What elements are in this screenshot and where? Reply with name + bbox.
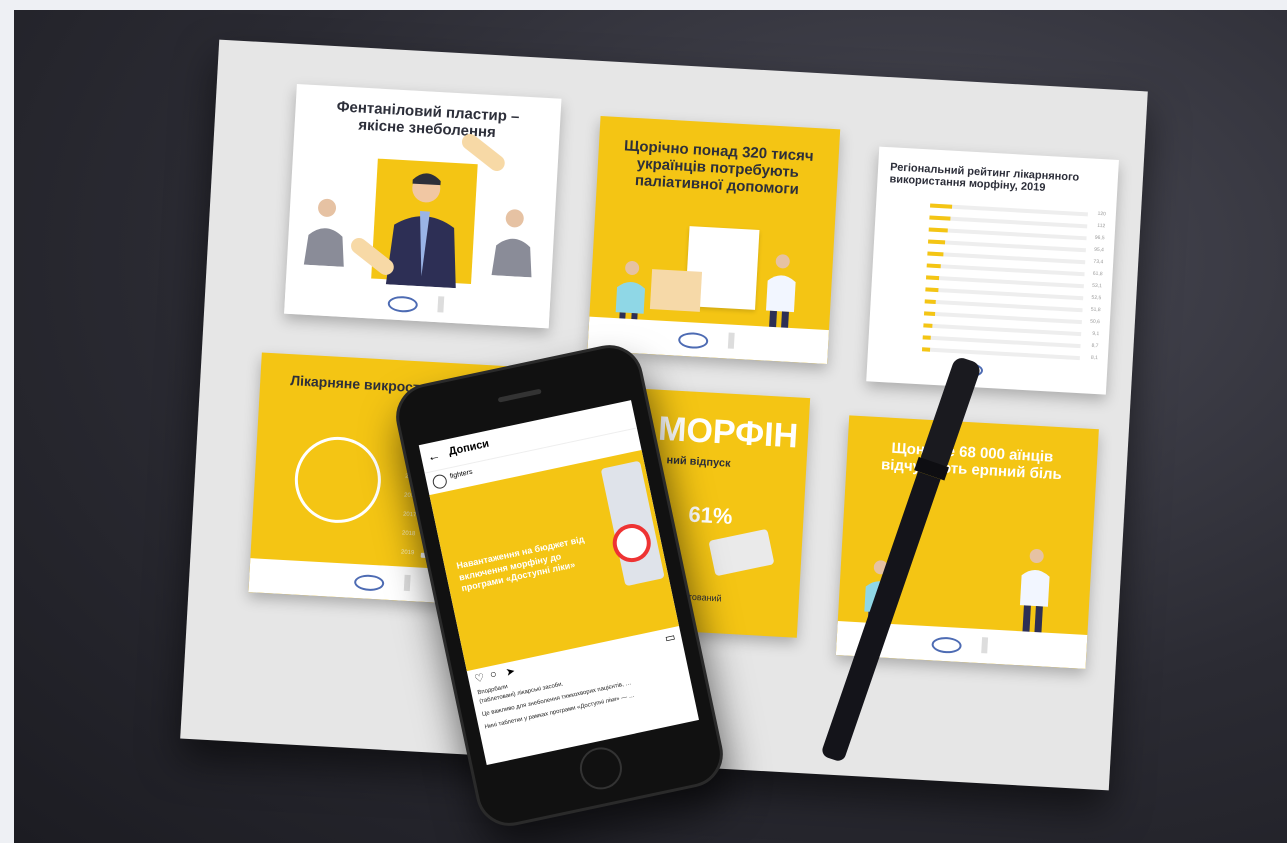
hospital-row: 201521,1 bbox=[405, 473, 493, 487]
org-logo-icon bbox=[931, 636, 963, 654]
bookmark-icon[interactable]: ▭ bbox=[664, 630, 677, 645]
rating-fill bbox=[924, 299, 936, 304]
back-arrow-icon[interactable]: ← bbox=[426, 447, 442, 464]
colleague-right-illustration bbox=[491, 209, 532, 278]
hospital-year: 2017 bbox=[402, 511, 417, 519]
rating-value: 8,1 bbox=[1090, 354, 1099, 362]
doctor-illustration bbox=[1019, 549, 1050, 637]
rating-value: 50,6 bbox=[1089, 318, 1101, 326]
rating-value: 95,4 bbox=[1093, 246, 1105, 254]
pill-bottle-circle-icon bbox=[292, 434, 384, 526]
card-footer bbox=[284, 279, 551, 329]
rating-fill bbox=[925, 287, 939, 293]
account-avatar[interactable] bbox=[431, 473, 449, 490]
rating-value: 112 bbox=[1097, 222, 1106, 230]
rating-value: 9,1 bbox=[1092, 330, 1100, 338]
card-rating: Регіональний рейтинг лікарняного викорис… bbox=[866, 146, 1119, 395]
rating-fill bbox=[925, 275, 939, 281]
card-fentanyl: Фентаніловий пластир – якісне знеболення bbox=[284, 83, 562, 329]
card-need-title: Щорічно понад 320 тисяч українців потреб… bbox=[623, 137, 815, 199]
rating-fill bbox=[927, 239, 946, 245]
desk-surface: Фентаніловий пластир – якісне знеболення bbox=[14, 10, 1287, 843]
rating-value: 53,1 bbox=[1091, 282, 1103, 290]
colleague-left-illustration bbox=[303, 198, 344, 267]
rating-value: 51,8 bbox=[1090, 306, 1101, 314]
rating-value: 61,8 bbox=[1092, 270, 1103, 278]
rating-value: 52,5 bbox=[1091, 294, 1102, 302]
comment-icon[interactable]: ○ bbox=[489, 668, 498, 681]
partner-logo-icon bbox=[403, 574, 411, 592]
phone-speaker bbox=[497, 388, 542, 403]
card-morphine-percent: 61% bbox=[687, 501, 734, 529]
card-morphine-title: МОРФІН bbox=[657, 409, 800, 456]
rating-fill bbox=[927, 251, 944, 257]
hospital-year: 2018 bbox=[401, 530, 416, 538]
rating-value: 120 bbox=[1097, 210, 1107, 218]
pill-blister-icon bbox=[708, 528, 775, 577]
rating-value: 8,7 bbox=[1091, 342, 1099, 350]
rating-fill bbox=[926, 263, 942, 269]
card-pain-title: Щонай е 68 000 аїнців відчувають ерпний … bbox=[880, 439, 1063, 484]
hospital-bar-list: 20122013201410,6201521,1201611,7201715,4… bbox=[262, 352, 532, 562]
hospital-row: 201814,7 bbox=[402, 530, 470, 543]
home-button[interactable] bbox=[575, 743, 626, 794]
partner-logo-icon bbox=[727, 332, 735, 349]
hospital-row: 201611,7 bbox=[404, 492, 462, 504]
phone-screen: ← Дописи fighters Навантаження на бюджет… bbox=[418, 400, 699, 766]
account-name[interactable]: fighters bbox=[449, 469, 473, 481]
org-logo-icon bbox=[353, 573, 385, 592]
rating-value: 96,5 bbox=[1094, 234, 1105, 242]
rating-value: 73,4 bbox=[1093, 258, 1104, 266]
card-fentanyl-title: Фентаніловий пластир – якісне знеболення bbox=[336, 98, 520, 142]
like-heart-icon[interactable]: ♡ bbox=[473, 671, 485, 686]
rating-fill bbox=[923, 323, 933, 328]
rating-fill bbox=[929, 203, 953, 209]
partner-logo-icon bbox=[981, 637, 989, 654]
share-icon[interactable]: ➤ bbox=[505, 664, 517, 679]
rating-fill bbox=[923, 311, 936, 316]
org-logo-icon bbox=[386, 295, 418, 314]
partner-logo-icon bbox=[436, 296, 444, 313]
card-rating-title: Регіональний рейтинг лікарняного викорис… bbox=[889, 161, 1080, 194]
rating-fill bbox=[922, 335, 931, 340]
rating-bar-list: 120 112 96,5 95,4 73,4 61,8 53,1 52,5 51,8 50,6 9,… bbox=[879, 147, 1119, 361]
card-need: Щорічно понад 320 тисяч українців потреб… bbox=[587, 115, 841, 365]
header-title: Дописи bbox=[447, 437, 491, 458]
rating-track bbox=[921, 347, 1080, 361]
org-logo-icon bbox=[677, 331, 709, 350]
rating-fill bbox=[928, 227, 948, 233]
card-morphine-subtitle: ний відпуск bbox=[666, 454, 731, 470]
rating-fill bbox=[929, 215, 951, 221]
hospital-row: 201919,4 bbox=[401, 549, 478, 562]
boxes-illustration bbox=[649, 269, 703, 312]
hospital-year: 2019 bbox=[400, 549, 415, 557]
rating-fill bbox=[921, 347, 931, 352]
hospital-row: 201715,4 bbox=[403, 511, 473, 524]
post-image-text: Навантаження на бюджет від включення мор… bbox=[455, 533, 586, 594]
